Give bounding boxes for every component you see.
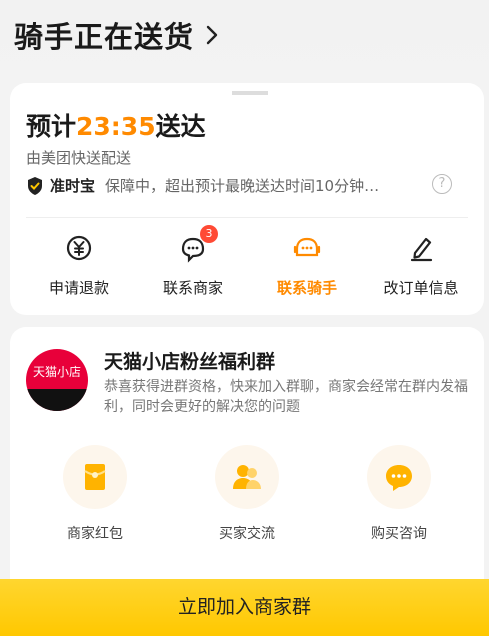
- contact-merchant-button[interactable]: 3 联系商家: [138, 225, 248, 298]
- contact-merchant-label: 联系商家: [162, 279, 223, 297]
- eta-time: 23:35: [76, 112, 156, 141]
- buyers-label: 买家交流: [219, 526, 275, 542]
- divider: [26, 217, 468, 218]
- avatar-text: 天猫小店: [32, 365, 81, 379]
- buyers-icon: [233, 465, 261, 489]
- order-actions: 申请退款 3 联系商家 联系骑手 改订单信息: [10, 225, 484, 303]
- drag-handle[interactable]: [232, 91, 268, 95]
- red-packet-label: 商家红包: [67, 526, 123, 542]
- consult-label: 购买咨询: [371, 526, 427, 542]
- refund-button[interactable]: 申请退款: [24, 233, 134, 298]
- guarantee-text: 保障中，超出预计最晚送达时间10分钟…: [105, 177, 380, 195]
- order-status-text: 骑手正在送货: [14, 20, 195, 54]
- edit-order-label: 改订单信息: [383, 279, 459, 297]
- edit-order-button[interactable]: 改订单信息: [366, 233, 476, 298]
- red-packet-icon-bg: [63, 445, 127, 509]
- refund-icon: [66, 235, 92, 261]
- eta-prefix: 预计: [26, 112, 77, 141]
- courier-info: 由美团快送配送: [26, 149, 132, 167]
- contact-rider-button[interactable]: 联系骑手: [252, 233, 362, 298]
- merchant-chat-icon-wrap: 3: [178, 225, 218, 263]
- on-time-guarantee: 准时宝 保障中，超出预计最晚送达时间10分钟… ?: [26, 174, 466, 196]
- feature-consult: 购买咨询: [344, 445, 454, 543]
- guarantee-label: 准时宝: [50, 177, 96, 195]
- buyers-icon-bg: [215, 445, 279, 509]
- eta-text: 预计23:35送达: [26, 107, 206, 143]
- feature-buyers: 买家交流: [192, 445, 302, 543]
- feature-red-packet: 商家红包: [40, 445, 150, 543]
- delivery-card: 预计23:35送达 由美团快送配送 准时宝 保障中，超出预计最晚送达时间10分钟…: [10, 83, 484, 315]
- join-group-button[interactable]: 立即加入商家群: [0, 579, 489, 636]
- order-status-title[interactable]: 骑手正在送货: [14, 14, 220, 56]
- contact-rider-label: 联系骑手: [276, 279, 337, 297]
- rider-chat-icon: [293, 237, 321, 257]
- eta-suffix: 送达: [155, 112, 206, 141]
- help-icon[interactable]: ?: [432, 174, 452, 194]
- group-title: 天猫小店粉丝福利群: [104, 351, 276, 373]
- refund-label: 申请退款: [48, 279, 109, 297]
- header: 骑手正在送货: [0, 0, 489, 82]
- chat-bubble-icon: [386, 465, 412, 491]
- group-avatar: 天猫小店: [26, 349, 88, 411]
- edit-icon: [410, 237, 433, 262]
- chevron-right-icon: [206, 25, 218, 45]
- group-description: 恭喜获得进群资格，快来加入群聊，商家会经常在群内发福利，同时会更好的解决您的问题: [104, 379, 468, 415]
- avatar-bottom: [26, 389, 88, 411]
- unread-badge: 3: [200, 225, 218, 243]
- red-packet-icon: [84, 464, 106, 490]
- chat-bubble-icon-bg: [367, 445, 431, 509]
- shield-icon: [28, 176, 42, 195]
